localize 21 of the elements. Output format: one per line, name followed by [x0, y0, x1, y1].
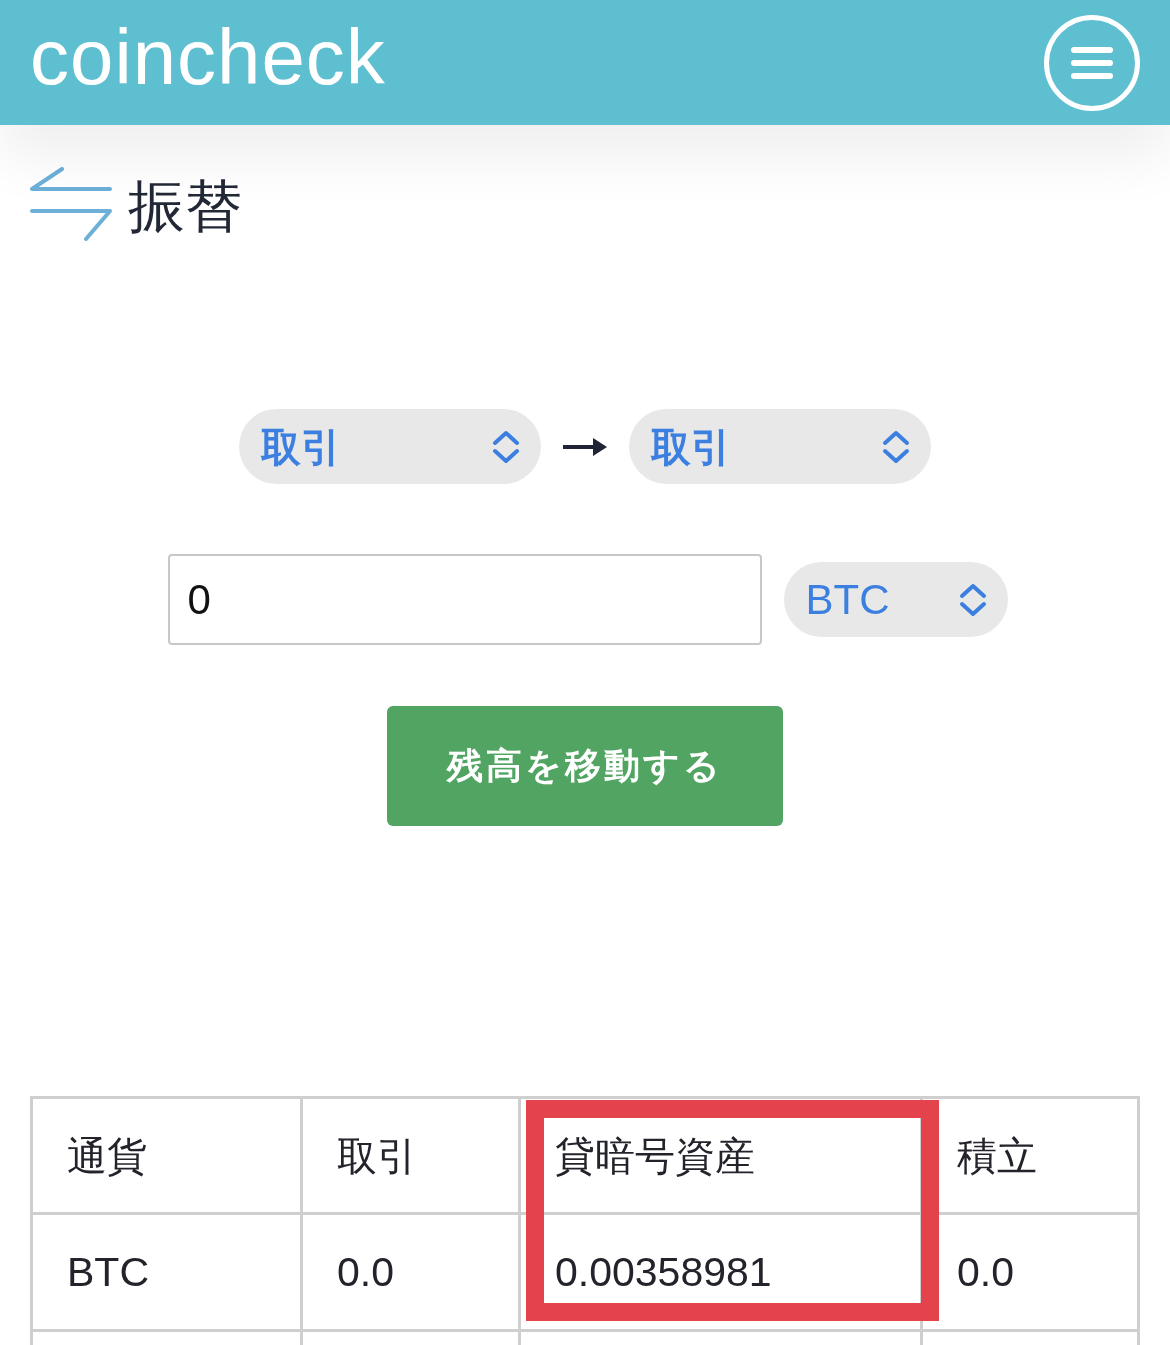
page-title: 振替 — [128, 173, 242, 235]
menu-icon — [1071, 46, 1113, 79]
select-dropdown[interactable]: 取引 — [629, 409, 931, 484]
chevron-updown-icon — [957, 582, 988, 617]
chevron-updown-icon — [881, 429, 911, 464]
right-arrow-icon — [563, 436, 607, 457]
amount-input[interactable]: 0 — [167, 554, 762, 645]
table-cell: 0.0 — [303, 1215, 518, 1332]
column-header: 通貨 — [33, 1099, 300, 1215]
select-dropdown[interactable]: 取引 — [239, 409, 541, 484]
column-header: 貸暗号資産 — [521, 1099, 920, 1215]
logo: coincheck — [30, 17, 386, 103]
table-cell: 0.00358981 — [521, 1215, 920, 1332]
select-dropdown[interactable]: BTC — [783, 562, 1008, 637]
chevron-updown-icon — [491, 429, 521, 464]
column-header: 積立 — [923, 1099, 1137, 1215]
table-cell: BTC — [33, 1215, 300, 1332]
column-header: 取引 — [303, 1099, 518, 1215]
transfer-button[interactable]: 残高を移動する — [387, 706, 783, 826]
table-cell: 0.0 — [923, 1215, 1137, 1332]
menu-button[interactable] — [1044, 14, 1140, 111]
